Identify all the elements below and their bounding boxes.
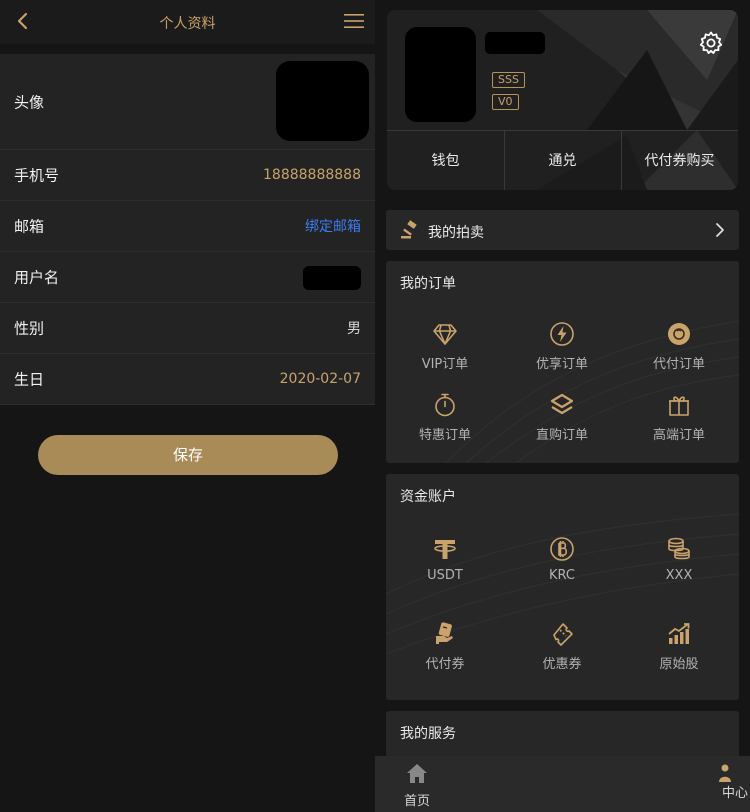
save-button[interactable]: 保存 [38, 435, 338, 475]
special-order-item[interactable]: 特惠订单 [386, 392, 504, 443]
username-row[interactable]: 用户名 [0, 252, 375, 303]
fund-accounts-card: 资金账户 USDT KRC XXX 代付券 优惠券 原始股 [386, 474, 739, 700]
direct-order-label: 直购订单 [535, 428, 588, 443]
birthday-row[interactable]: 生日 2020-02-07 [0, 354, 375, 405]
exchange-link[interactable]: 通兑 [504, 131, 621, 190]
layers-icon [550, 393, 574, 415]
usdt-account-item[interactable]: USDT [386, 536, 504, 583]
phone-value: 18888888888 [263, 167, 361, 183]
proxy-voucher-label: 代付券 [425, 657, 465, 672]
direct-order-item[interactable]: 直购订单 [503, 392, 621, 443]
usdt-label: USDT [427, 568, 463, 583]
wallet-link[interactable]: 钱包 [387, 131, 504, 190]
vip-order-item[interactable]: VIP订单 [386, 321, 504, 372]
tab-home-label: 首页 [403, 794, 430, 809]
home-icon [407, 764, 427, 783]
krc-account-item[interactable]: KRC [503, 536, 621, 583]
gear-icon[interactable] [698, 30, 724, 56]
birthday-value: 2020-02-07 [279, 371, 361, 387]
avatar-row[interactable]: 头像 [0, 54, 375, 150]
menu-icon[interactable] [343, 11, 365, 31]
tab-member-center-label: 中心 [721, 786, 748, 801]
gender-value: 男 [347, 321, 361, 337]
chevron-right-icon [716, 223, 724, 237]
xxx-account-item[interactable]: XXX [620, 536, 738, 583]
quick-links: 钱包 通兑 代付券购买 [387, 130, 738, 190]
user-icon [719, 764, 731, 782]
proxy-order-label: 代付订单 [652, 357, 705, 372]
phone-row[interactable]: 手机号 18888888888 [0, 150, 375, 201]
gavel-icon [401, 220, 417, 239]
premium-order-label: 优享订单 [535, 357, 588, 372]
user-name-redacted [485, 32, 545, 54]
ticket-icon [553, 623, 573, 646]
tab-member-center[interactable]: 中心 [681, 762, 750, 801]
email-row[interactable]: 邮箱 绑定邮箱 [0, 201, 375, 252]
birthday-label: 生日 [14, 370, 45, 389]
tab-bar: 首页 中心 [375, 756, 750, 812]
gender-row[interactable]: 性别 男 [0, 303, 375, 354]
xxx-label: XXX [665, 568, 693, 583]
highend-order-label: 高端订单 [652, 428, 705, 443]
level-tag: SSS [492, 72, 525, 88]
vip-order-label: VIP订单 [421, 357, 469, 372]
coins-stack-icon [668, 537, 690, 560]
coupon-label: 优惠券 [542, 657, 582, 672]
highend-order-item[interactable]: 高端订单 [620, 392, 738, 443]
page-title: 个人资料 [159, 16, 216, 32]
voucher-hand-icon [436, 622, 453, 644]
gift-icon [669, 396, 689, 416]
avatar-label: 头像 [14, 93, 45, 111]
profile-header: 个人资料 [0, 0, 375, 44]
vip-tag: V0 [492, 94, 519, 110]
tether-icon [434, 540, 456, 559]
my-auction-row[interactable]: 我的拍卖 [386, 210, 739, 250]
user-avatar[interactable] [405, 27, 476, 122]
my-auction-label: 我的拍卖 [428, 225, 484, 241]
proxy-voucher-item[interactable]: 代付券 [386, 621, 504, 672]
chart-up-icon [668, 623, 690, 644]
member-card: SSS V0 钱包 通兑 代付券购买 [387, 10, 738, 190]
special-order-label: 特惠订单 [418, 428, 471, 443]
user-center-screen: SSS V0 钱包 通兑 代付券购买 我的拍卖 我的订单 VIP订单 优享订单 … [375, 0, 750, 812]
voucher-purchase-link[interactable]: 代付券购买 [621, 131, 738, 190]
original-shares-item[interactable]: 原始股 [620, 621, 738, 672]
stopwatch-icon [435, 393, 455, 417]
fund-accounts-title: 资金账户 [400, 489, 456, 505]
premium-order-item[interactable]: 优享订单 [503, 321, 621, 372]
krc-label: KRC [549, 568, 575, 583]
diamond-icon [433, 324, 457, 345]
bind-email-link[interactable]: 绑定邮箱 [305, 216, 361, 236]
services-title: 我的服务 [400, 726, 456, 742]
profile-screen: 个人资料 头像 手机号 18888888888 邮箱 绑定邮箱 用户名 性别 男… [0, 0, 375, 812]
bitcoin-icon [550, 537, 574, 561]
orders-title: 我的订单 [400, 276, 456, 292]
username-label: 用户名 [14, 268, 60, 287]
tab-home[interactable]: 首页 [377, 762, 457, 809]
username-value-redacted [303, 266, 361, 290]
avatar[interactable] [276, 61, 369, 141]
phone-label: 手机号 [14, 166, 60, 185]
email-label: 邮箱 [14, 217, 45, 236]
gender-label: 性别 [14, 319, 45, 338]
proxy-order-item[interactable]: 代付订单 [620, 321, 738, 372]
original-shares-label: 原始股 [659, 657, 699, 672]
my-orders-card: 我的订单 VIP订单 优享订单 代付订单 特惠订单 直购订单 高端订单 [386, 261, 739, 463]
lightning-icon [550, 322, 574, 346]
coupon-item[interactable]: 优惠券 [503, 621, 621, 672]
coin-icon [668, 323, 690, 345]
